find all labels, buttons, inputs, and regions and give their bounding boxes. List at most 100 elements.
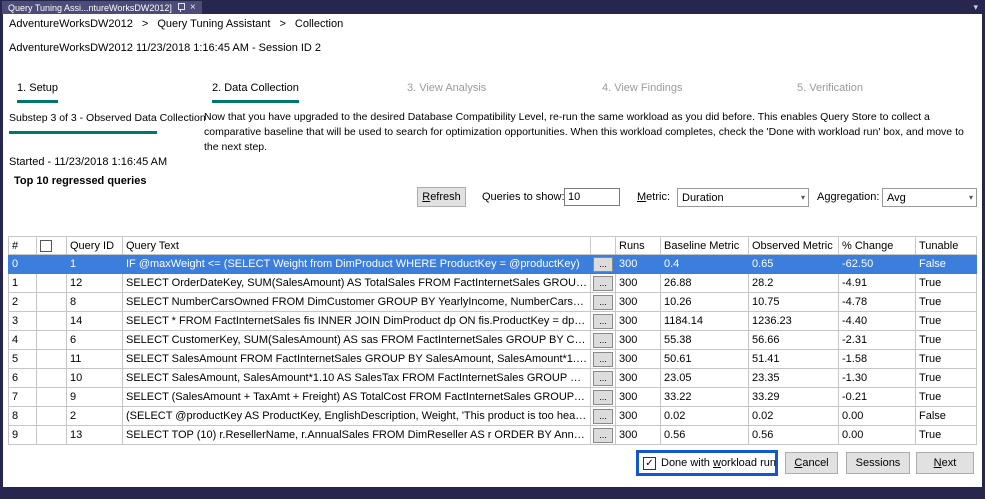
col-index[interactable]: #: [9, 237, 37, 255]
percent-change-cell: -4.78: [839, 293, 916, 312]
query-expand-cell: ...: [591, 388, 616, 407]
refresh-button[interactable]: Refresh: [417, 187, 466, 207]
query-expand-button[interactable]: ...: [593, 333, 613, 348]
col-observed-metric[interactable]: Observed Metric: [749, 237, 839, 255]
table-row[interactable]: 7 9 SELECT (SalesAmount + TaxAmt + Freig…: [9, 388, 977, 407]
next-button[interactable]: Next: [916, 452, 974, 474]
runs-cell: 300: [616, 312, 661, 331]
table-row[interactable]: 8 2 (SELECT @productKey AS ProductKey, E…: [9, 407, 977, 426]
done-workload-checkbox[interactable]: ✓: [643, 457, 656, 470]
row-index-cell: 1: [9, 274, 37, 293]
select-all-checkbox[interactable]: [40, 240, 52, 252]
breadcrumb-item-assistant[interactable]: Query Tuning Assistant: [157, 18, 270, 30]
queries-to-show-input[interactable]: [564, 188, 620, 206]
step-data-collection[interactable]: 2. Data Collection: [212, 82, 407, 103]
query-expand-button[interactable]: ...: [593, 371, 613, 386]
query-text-cell: SELECT OrderDateKey, SUM(SalesAmount) AS…: [123, 274, 591, 293]
table-row[interactable]: 9 13 SELECT TOP (10) r.ResellerName, r.A…: [9, 426, 977, 445]
table-row[interactable]: 4 6 SELECT CustomerKey, SUM(SalesAmount)…: [9, 331, 977, 350]
close-icon[interactable]: ×: [190, 3, 196, 13]
breadcrumb: AdventureWorksDW2012 > Query Tuning Assi…: [9, 18, 343, 30]
table-row[interactable]: 6 10 SELECT SalesAmount, SalesAmount*1.1…: [9, 369, 977, 388]
row-index-cell: 4: [9, 331, 37, 350]
row-checkbox-cell[interactable]: [37, 293, 67, 312]
col-select[interactable]: [37, 237, 67, 255]
table-header-row: # Query ID Query Text Runs Baseline Metr…: [9, 237, 977, 255]
runs-cell: 300: [616, 350, 661, 369]
step-view-analysis: 3. View Analysis: [407, 82, 602, 103]
col-query-id[interactable]: Query ID: [67, 237, 123, 255]
query-expand-button[interactable]: ...: [593, 352, 613, 367]
table-row[interactable]: 3 14 SELECT * FROM FactInternetSales fis…: [9, 312, 977, 331]
query-id-cell: 2: [67, 407, 123, 426]
query-expand-button[interactable]: ...: [593, 428, 613, 443]
row-checkbox-cell[interactable]: [37, 369, 67, 388]
row-checkbox-cell[interactable]: [37, 331, 67, 350]
row-checkbox-cell[interactable]: [37, 426, 67, 445]
percent-change-cell: -1.30: [839, 369, 916, 388]
query-text-cell: IF @maxWeight <= (SELECT Weight from Dim…: [123, 255, 591, 274]
table-row[interactable]: 2 8 SELECT NumberCarsOwned FROM DimCusto…: [9, 293, 977, 312]
col-tunable[interactable]: Tunable: [916, 237, 977, 255]
regressed-queries-title: Top 10 regressed queries: [14, 175, 146, 187]
sessions-button[interactable]: Sessions: [846, 452, 910, 474]
metric-dropdown[interactable]: Duration ▾: [677, 188, 809, 207]
table-row[interactable]: 0 1 IF @maxWeight <= (SELECT Weight from…: [9, 255, 977, 274]
breadcrumb-item-database[interactable]: AdventureWorksDW2012: [9, 18, 133, 30]
app-window: Query Tuning Assi...ntureWorksDW2012] × …: [0, 0, 985, 499]
query-expand-cell: ...: [591, 293, 616, 312]
step-verification: 5. Verification: [797, 82, 982, 103]
tunable-cell: True: [916, 426, 977, 445]
observed-metric-cell: 10.75: [749, 293, 839, 312]
table-row[interactable]: 1 12 SELECT OrderDateKey, SUM(SalesAmoun…: [9, 274, 977, 293]
query-id-cell: 9: [67, 388, 123, 407]
query-id-cell: 13: [67, 426, 123, 445]
row-checkbox-cell[interactable]: [37, 255, 67, 274]
query-expand-button[interactable]: ...: [593, 314, 613, 329]
runs-cell: 300: [616, 369, 661, 388]
step-label: 1. Setup: [17, 82, 58, 103]
document-tab[interactable]: Query Tuning Assi...ntureWorksDW2012] ×: [2, 1, 202, 14]
col-percent-change[interactable]: % Change: [839, 237, 916, 255]
runs-cell: 300: [616, 388, 661, 407]
row-checkbox-cell[interactable]: [37, 407, 67, 426]
step-setup[interactable]: 1. Setup: [17, 82, 212, 103]
col-baseline-metric[interactable]: Baseline Metric: [661, 237, 749, 255]
col-expand: [591, 237, 616, 255]
observed-metric-cell: 1236.23: [749, 312, 839, 331]
observed-metric-cell: 33.29: [749, 388, 839, 407]
aggregation-dropdown[interactable]: Avg ▾: [882, 188, 977, 207]
table-row[interactable]: 5 11 SELECT SalesAmount FROM FactInterne…: [9, 350, 977, 369]
step-label: 5. Verification: [797, 82, 863, 100]
breadcrumb-item-collection[interactable]: Collection: [295, 18, 343, 30]
substep-underline: [9, 131, 157, 134]
col-query-text[interactable]: Query Text: [123, 237, 591, 255]
row-checkbox-cell[interactable]: [37, 350, 67, 369]
query-expand-button[interactable]: ...: [593, 390, 613, 405]
baseline-metric-cell: 50.61: [661, 350, 749, 369]
step-view-findings: 4. View Findings: [602, 82, 797, 103]
row-checkbox-cell[interactable]: [37, 274, 67, 293]
query-id-cell: 1: [67, 255, 123, 274]
query-expand-button[interactable]: ...: [593, 295, 613, 310]
pin-icon[interactable]: [177, 3, 185, 13]
queries-to-show-label: Queries to show:: [482, 191, 565, 203]
step-label: 3. View Analysis: [407, 82, 486, 100]
baseline-metric-cell: 1184.14: [661, 312, 749, 331]
col-runs[interactable]: Runs: [616, 237, 661, 255]
query-expand-button[interactable]: ...: [593, 409, 613, 424]
query-expand-button[interactable]: ...: [593, 257, 613, 272]
chevron-down-icon[interactable]: ▾: [973, 2, 978, 13]
row-checkbox-cell[interactable]: [37, 388, 67, 407]
runs-cell: 300: [616, 293, 661, 312]
session-info: AdventureWorksDW2012 11/23/2018 1:16:45 …: [9, 42, 321, 54]
cancel-button[interactable]: Cancel: [785, 452, 838, 474]
query-expand-cell: ...: [591, 407, 616, 426]
query-expand-button[interactable]: ...: [593, 276, 613, 291]
done-workload-label[interactable]: Done with workload run: [661, 457, 776, 469]
chevron-down-icon: ▾: [801, 193, 805, 202]
row-index-cell: 6: [9, 369, 37, 388]
tunable-cell: True: [916, 388, 977, 407]
baseline-metric-cell: 55.38: [661, 331, 749, 350]
row-checkbox-cell[interactable]: [37, 312, 67, 331]
